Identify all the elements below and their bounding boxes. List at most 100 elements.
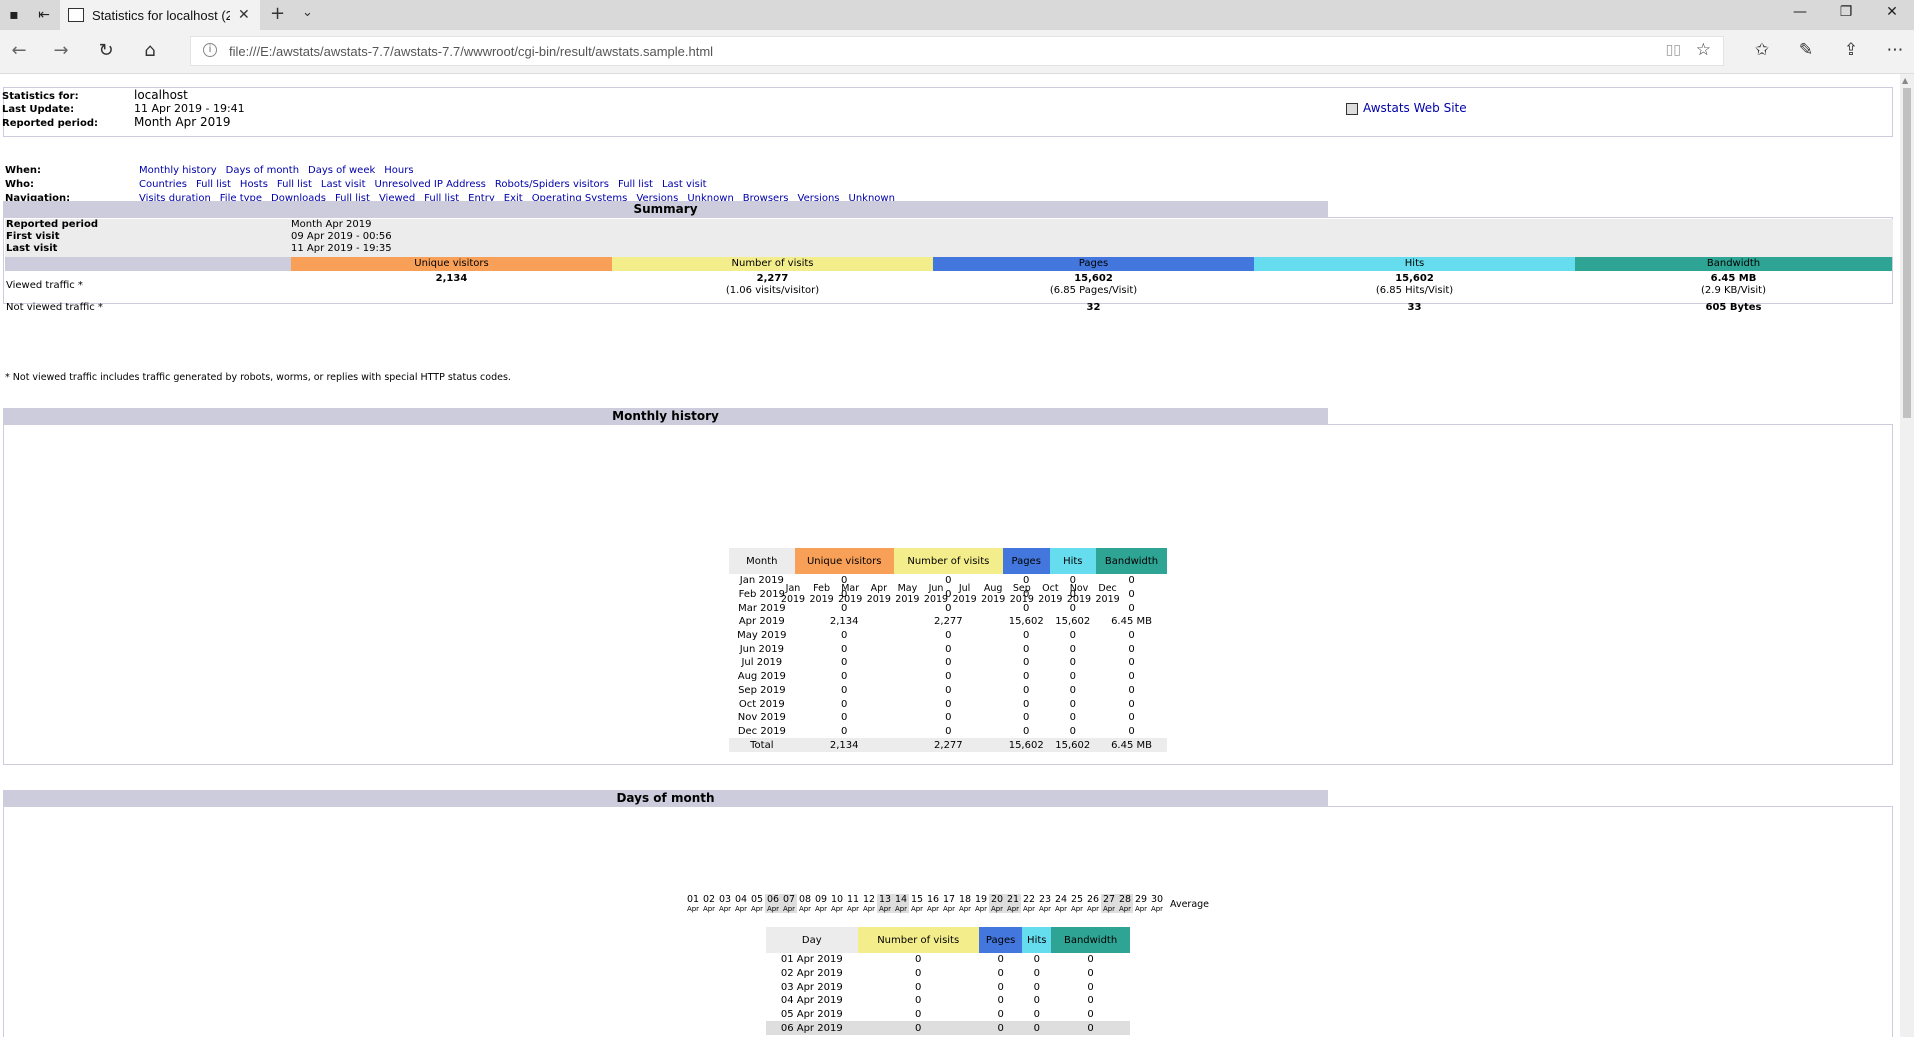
back-icon[interactable]: ←	[6, 40, 32, 61]
table-cell: 0	[1087, 954, 1094, 966]
days-chart-tick-day: 12	[862, 894, 876, 905]
days-chart-tick: 15 Apr	[909, 894, 925, 913]
menu-row: Who: Countries Full list Hosts Full list Last…	[5, 178, 904, 192]
table-cell: 0	[915, 1022, 922, 1034]
refresh-icon[interactable]: ↻	[93, 40, 119, 61]
days-chart-tick: 07 Apr	[781, 894, 797, 913]
table-cell: Jul 2019	[741, 657, 783, 669]
page-scrollbar[interactable]: ▲	[1900, 74, 1914, 1037]
days-chart-tick: 11 Apr	[845, 894, 861, 913]
days-chart-tick-day: 27	[1102, 894, 1116, 905]
reading-view-icon[interactable]: ▯▯	[1666, 42, 1681, 58]
days-chart-tick-day: 19	[974, 894, 988, 905]
table-cell: 0	[915, 968, 922, 980]
menu-link[interactable]: Countries	[139, 179, 187, 190]
home-icon[interactable]: ⌂	[137, 40, 163, 61]
days-chart-tick-month: Apr	[830, 905, 844, 913]
table-cell: 15,602	[1055, 616, 1091, 628]
table-cell: 0	[1023, 643, 1030, 655]
menu-link[interactable]: Last visit	[321, 179, 366, 190]
summary-first-visit-value: 09 Apr 2019 - 00:56	[291, 231, 392, 242]
menu-row-label: When:	[5, 165, 42, 176]
days-chart-tick-month: Apr	[1134, 905, 1148, 913]
address-field[interactable]: i file:///E:/awstats/awstats-7.7/awstats…	[190, 36, 1724, 66]
table-cell: 0	[1023, 712, 1030, 724]
days-chart-tick-month: Apr	[910, 905, 924, 913]
menu-link[interactable]: Full list	[277, 179, 312, 190]
days-chart-tick-month: Apr	[862, 905, 876, 913]
scroll-up-icon[interactable]: ▲	[1902, 76, 1908, 85]
monthly-header-row: Month Unique visitors Number of visits Page…	[729, 548, 1167, 574]
days-chart-tick: 03 Apr	[717, 894, 733, 913]
table-cell: 0	[1069, 643, 1076, 655]
address-bar-row: ← → ↻ ⌂ i file:///E:/awstats/awstats-7.7…	[0, 30, 1914, 74]
days-chart-tick-day: 17	[942, 894, 956, 905]
table-cell: Jun 2019	[739, 643, 784, 655]
new-tab-icon[interactable]: +	[270, 3, 285, 24]
favorites-hub-icon[interactable]: ✩	[1749, 40, 1775, 60]
table-cell: 02 Apr 2019	[780, 968, 843, 980]
days-chart-tick-month: Apr	[1070, 905, 1084, 913]
tab-list-chevron-icon[interactable]: ⌄	[302, 5, 313, 20]
close-tab-icon[interactable]: ✕	[238, 7, 250, 23]
awstats-logo-icon	[1346, 102, 1358, 115]
active-tab[interactable]: Statistics for localhost (2 ✕	[60, 0, 260, 30]
table-cell: Dec 2019	[737, 725, 786, 737]
last-update-label: Last Update:	[2, 104, 75, 115]
notes-pen-icon[interactable]: ✎	[1793, 40, 1819, 60]
days-chart-tick: 21 Apr	[1005, 894, 1021, 913]
days-header-cell: Day	[766, 927, 858, 953]
summary-box: Reported period Month Apr 2019 First vis…	[3, 217, 1893, 313]
menu-link[interactable]: Hours	[384, 165, 413, 176]
menu-row-label: Who:	[5, 178, 35, 190]
monthly-total-row: Total 2,134 2,277 15,602 15,602 6.45 MB	[729, 738, 1167, 752]
menu-link[interactable]: Monthly history	[139, 165, 217, 176]
awstats-web-site-link[interactable]: Awstats Web Site	[1346, 101, 1467, 115]
days-table: Day Number of visits Pages Hits Bandwidth 01 …	[766, 927, 1130, 1036]
table-cell: 0	[915, 981, 922, 993]
minimize-icon[interactable]: —	[1788, 4, 1812, 20]
more-icon[interactable]: ⋯	[1882, 40, 1908, 60]
restore-icon[interactable]: ❐	[1834, 4, 1858, 20]
menu-link[interactable]: Last visit	[662, 179, 707, 190]
menu-link[interactable]: Unresolved IP Address	[375, 179, 486, 190]
menu-link[interactable]: Full list	[618, 179, 653, 190]
days-chart-tick-day: 16	[926, 894, 940, 905]
menu-link[interactable]: Days of month	[226, 165, 299, 176]
menu-link[interactable]: Hosts	[240, 179, 268, 190]
days-chart-tick: 01 Apr	[685, 894, 701, 913]
not-viewed-hits: 33	[1407, 302, 1422, 313]
menu-link[interactable]: Robots/Spiders visitors	[495, 179, 609, 190]
tab-actions-icon[interactable]: ▪	[2, 4, 26, 26]
table-row: Oct 2019 0 0 0 0 0	[729, 697, 1167, 711]
menu-link[interactable]: Days of week	[308, 165, 375, 176]
table-cell: 0	[1069, 630, 1076, 642]
table-cell: 0	[1023, 575, 1030, 587]
table-cell: 0	[1023, 657, 1030, 669]
close-window-icon[interactable]: ✕	[1880, 4, 1904, 20]
days-chart-tick: 23 Apr	[1037, 894, 1053, 913]
share-icon[interactable]: ⇪	[1838, 40, 1864, 60]
days-chart-tick: 13 Apr	[877, 894, 893, 913]
forward-icon[interactable]: →	[48, 40, 74, 61]
days-chart-tick: 16 Apr	[925, 894, 941, 913]
days-chart-tick-month: Apr	[1054, 905, 1068, 913]
days-chart-tick-month: Apr	[1150, 905, 1164, 913]
set-aside-tabs-icon[interactable]: ⇤	[32, 4, 56, 26]
table-cell: 0	[841, 630, 848, 642]
table-cell: 0	[945, 657, 952, 669]
menu-link[interactable]: Full list	[196, 179, 231, 190]
days-chart-tick-month: Apr	[686, 905, 700, 913]
site-info-icon[interactable]: i	[203, 43, 217, 57]
table-row: Feb 2019 0 0 0 0 0	[729, 588, 1167, 602]
days-chart-tick-month: Apr	[878, 905, 892, 913]
days-chart-tick-month: Apr	[942, 905, 956, 913]
tab-title: Statistics for localhost (2	[92, 7, 230, 23]
days-chart-tick: 17 Apr	[941, 894, 957, 913]
monthly-header-cell: Unique visitors	[794, 548, 894, 574]
days-chart-tick-month: Apr	[798, 905, 812, 913]
favorite-star-icon[interactable]: ☆	[1696, 40, 1711, 60]
scrollbar-thumb[interactable]	[1903, 88, 1911, 418]
days-chart-tick-month: Apr	[958, 905, 972, 913]
total-cell: 15,602	[1049, 738, 1097, 752]
